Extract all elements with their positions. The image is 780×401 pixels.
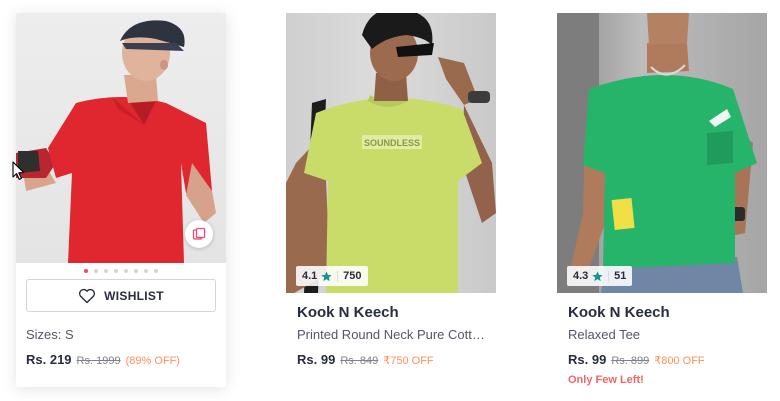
rating-separator: | xyxy=(336,270,340,282)
product-card-1[interactable]: WISHLIST Sizes: S Rs. 219 Rs. 1999 (89% … xyxy=(16,13,226,387)
price-row: Rs. 99 Rs. 899 ₹800 OFF xyxy=(568,352,705,367)
product-image-1[interactable] xyxy=(16,13,226,263)
price: Rs. 99 xyxy=(297,352,336,367)
rating-badge: 4.1 | 750 xyxy=(296,266,368,286)
brand-name: Kook N Keech xyxy=(568,304,670,321)
brand-name: Kook N Keech xyxy=(297,304,399,321)
price: Rs. 219 xyxy=(26,352,72,367)
carousel-dot[interactable] xyxy=(84,269,88,273)
carousel-dot[interactable] xyxy=(114,269,118,273)
price-row: Rs. 219 Rs. 1999 (89% OFF) xyxy=(26,352,180,367)
price-row: Rs. 99 Rs. 849 ₹750 OFF xyxy=(297,352,434,367)
carousel-dot[interactable] xyxy=(134,269,138,273)
wishlist-button[interactable]: WISHLIST xyxy=(26,279,216,312)
discount-label: ₹750 OFF xyxy=(383,355,434,367)
product-image-2[interactable]: SOUNDLESS 4.1 | 750 xyxy=(286,13,496,293)
product-photo-lime-tee: SOUNDLESS xyxy=(286,13,496,293)
rating-value: 4.1 xyxy=(302,270,318,282)
rating-value: 4.3 xyxy=(573,270,589,282)
mrp-strike: Rs. 1999 xyxy=(76,355,121,367)
star-icon xyxy=(321,270,332,281)
view-similar-button[interactable] xyxy=(185,220,213,248)
price: Rs. 99 xyxy=(568,352,607,367)
rating-badge: 4.3 | 51 xyxy=(567,266,633,286)
mouse-cursor-icon xyxy=(12,161,25,180)
rating-count: 51 xyxy=(614,270,627,282)
shirt-print-text: SOUNDLESS xyxy=(364,138,420,148)
sizes-label: Sizes: S xyxy=(26,327,74,342)
heart-icon xyxy=(79,288,96,303)
product-photo-green-tee xyxy=(557,13,757,293)
carousel-dot[interactable] xyxy=(94,269,98,273)
star-icon xyxy=(592,270,603,281)
stock-warning: Only Few Left! xyxy=(568,374,644,386)
product-image-3[interactable]: 4.3 | 51 xyxy=(557,13,767,293)
carousel-dot[interactable] xyxy=(104,269,108,273)
rating-separator: | xyxy=(607,270,611,282)
rating-count: 750 xyxy=(343,270,362,282)
discount-label: ₹800 OFF xyxy=(654,355,705,367)
mrp-strike: Rs. 849 xyxy=(340,355,379,367)
image-carousel-dots xyxy=(16,269,226,273)
carousel-dot[interactable] xyxy=(144,269,148,273)
mrp-strike: Rs. 899 xyxy=(611,355,650,367)
carousel-dot[interactable] xyxy=(154,269,158,273)
carousel-dot[interactable] xyxy=(124,269,128,273)
wishlist-label: WISHLIST xyxy=(104,288,164,303)
discount-label: (89% OFF) xyxy=(125,355,180,367)
product-name: Printed Round Neck Pure Cotton T-shirt xyxy=(297,327,487,342)
view-similar-icon xyxy=(192,227,206,240)
product-name: Relaxed Tee xyxy=(568,327,641,342)
